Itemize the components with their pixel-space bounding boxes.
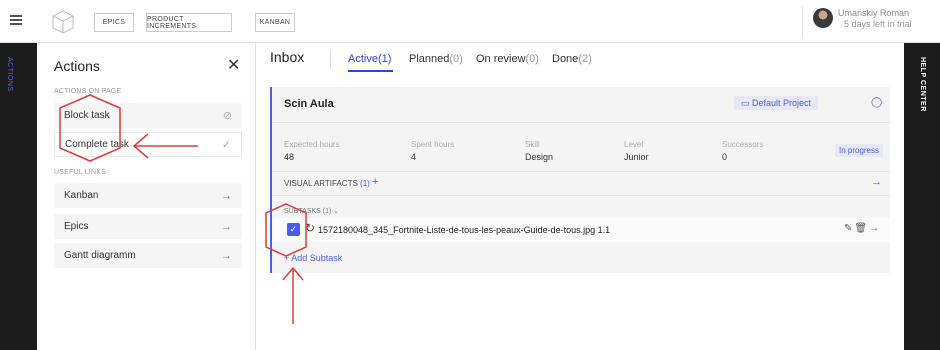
app-root: EPICS PRODUCT INCREMENTS KANBAN Umanskiy… <box>0 0 940 350</box>
tab-active[interactable]: Active(1) <box>348 53 391 65</box>
tab-done-label: Done <box>552 53 579 65</box>
block-task-button[interactable]: Block task ⊘ <box>54 103 242 128</box>
add-subtask-link[interactable]: + Add Subtask <box>284 253 342 263</box>
top-bar: EPICS PRODUCT INCREMENTS KANBAN Umanskiy… <box>0 0 940 43</box>
active-tab-indicator <box>348 70 393 72</box>
user-divider <box>802 6 803 38</box>
visual-artifacts-header[interactable]: VISUAL ARTIFACTS (1) <box>284 179 370 188</box>
trial-notice: 5 days left in trial <box>844 19 912 29</box>
field-label: Spent hours <box>411 140 455 149</box>
subtask-row[interactable]: ✓ ↻ 1572180048_345_Fortnite-Liste-de-tou… <box>272 218 890 242</box>
field-value: 48 <box>284 152 295 162</box>
close-icon[interactable]: ✕ <box>227 55 240 75</box>
tab-done[interactable]: Done(2) <box>552 53 592 65</box>
tab-active-label: Active <box>348 53 378 65</box>
divider <box>272 195 890 196</box>
field-value: 4 <box>411 152 417 162</box>
section-useful-links: USEFUL LINKS <box>54 169 106 176</box>
tab-on-review[interactable]: On review(0) <box>476 53 539 65</box>
link-gantt[interactable]: Gantt diagramm → <box>54 243 242 268</box>
actions-panel: Actions ✕ ACTIONS ON PAGE Block task ⊘ C… <box>37 43 256 350</box>
link-gantt-label: Gantt diagramm <box>64 250 136 261</box>
section-actions-on-page: ACTIONS ON PAGE <box>54 88 122 95</box>
subtasks-label: SUBTASKS (1) <box>284 208 332 215</box>
panel-title: Actions <box>54 58 100 74</box>
visual-artifacts-label: VISUAL ARTIFACTS <box>284 179 358 188</box>
user-name[interactable]: Umanskiy Roman <box>838 8 909 18</box>
field-value: Design <box>525 152 554 162</box>
status-badge[interactable]: In progress <box>835 144 883 157</box>
field-value: 0 <box>722 152 728 162</box>
complete-task-button[interactable]: Complete task ✓ <box>54 132 242 157</box>
tab-done-count: (2) <box>578 53 592 65</box>
block-icon: ⊘ <box>222 110 232 122</box>
logo-icon[interactable] <box>52 10 74 34</box>
task-title[interactable]: Scin Aula <box>284 98 334 110</box>
help-center-label[interactable]: HELP CENTER <box>919 57 926 112</box>
subtasks-header[interactable]: SUBTASKS (1) ⌄ <box>284 207 339 215</box>
arrow-right-icon: → <box>221 189 232 202</box>
actions-sidebar-label[interactable]: ACTIONS <box>6 57 13 92</box>
nav-product-increments-button[interactable]: PRODUCT INCREMENTS <box>146 13 232 32</box>
complete-task-label: Complete task <box>65 139 129 150</box>
link-kanban[interactable]: Kanban → <box>54 183 242 208</box>
chevron-down-icon: ⌄ <box>333 208 340 215</box>
subtask-checkbox[interactable]: ✓ <box>287 223 300 236</box>
divider <box>272 171 890 172</box>
field-label: Expected hours <box>284 140 340 149</box>
menu-icon[interactable] <box>10 15 22 25</box>
subtask-name[interactable]: 1572180048_345_Fortnite-Liste-de-tous-le… <box>318 225 610 235</box>
comment-icon[interactable]: ◯ <box>871 97 882 108</box>
visual-artifacts-count: (1) <box>360 179 370 188</box>
tab-on-review-count: (0) <box>525 53 539 65</box>
field-value: Junior <box>624 152 649 162</box>
divider <box>272 122 890 123</box>
inbox-title: Inbox <box>270 49 305 65</box>
add-artifact-icon[interactable]: + <box>372 176 378 188</box>
project-name: Default Project <box>751 98 812 108</box>
arrow-right-icon[interactable]: → <box>871 176 882 188</box>
arrow-right-icon: → <box>221 249 232 262</box>
tab-on-review-label: On review <box>476 53 526 65</box>
nav-epics-button[interactable]: EPICS <box>94 13 134 32</box>
field-label: Successors <box>722 140 764 149</box>
trash-icon[interactable]: 🗑 <box>854 223 869 234</box>
sync-icon[interactable]: ↻ <box>305 221 315 235</box>
edit-icon[interactable]: ✎ <box>844 223 854 234</box>
inbox-divider <box>330 50 331 68</box>
field-label: Skill <box>525 140 540 149</box>
block-task-label: Block task <box>64 110 110 121</box>
arrow-right-icon[interactable]: → <box>869 223 881 234</box>
avatar[interactable] <box>813 8 833 28</box>
annotation-arrow-up <box>282 266 304 324</box>
project-icon: ▭ <box>740 97 752 108</box>
tab-planned-label: Planned <box>409 53 450 65</box>
field-label: Level <box>624 140 644 149</box>
subtask-tools: ✎🗑→ <box>844 223 881 234</box>
check-icon: ✓ <box>221 139 231 151</box>
link-epics-label: Epics <box>64 221 89 232</box>
project-badge[interactable]: ▭ Default Project <box>734 96 818 110</box>
link-kanban-label: Kanban <box>64 190 99 201</box>
tab-active-count: (1) <box>377 53 392 65</box>
tab-planned-count: (0) <box>449 53 463 65</box>
arrow-right-icon: → <box>221 220 232 233</box>
task-card: Scin Aula ▭ Default Project ◯ Expected h… <box>270 87 890 273</box>
nav-kanban-button[interactable]: KANBAN <box>255 13 295 32</box>
tab-planned[interactable]: Planned(0) <box>409 53 463 65</box>
link-epics[interactable]: Epics → <box>54 214 242 239</box>
